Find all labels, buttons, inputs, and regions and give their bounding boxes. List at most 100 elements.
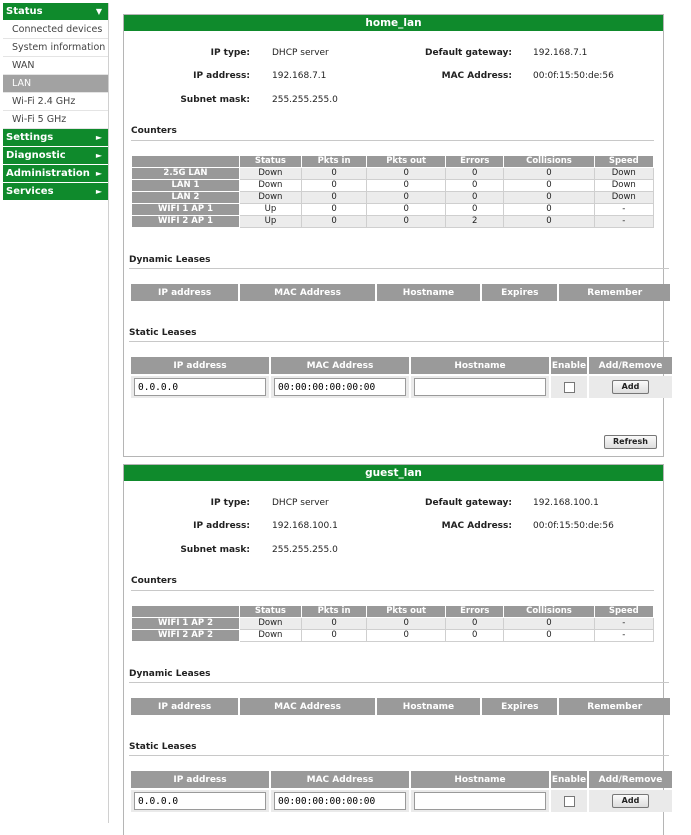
column-header: Collisions: [503, 155, 595, 168]
add-button[interactable]: Add: [611, 380, 650, 394]
menu-services[interactable]: Services ►: [3, 183, 108, 201]
static-ip-input[interactable]: [134, 792, 266, 810]
default-gateway-label: Default gateway:: [425, 498, 512, 508]
ip-address-value: 192.168.100.1: [272, 521, 338, 531]
chevron-right-icon: ►: [95, 169, 102, 178]
table-cell: [411, 790, 549, 812]
column-header: Enable: [551, 357, 587, 374]
table-row: WIFI 2 AP 2 Down 0 0 0 0 -: [131, 629, 655, 642]
divider: [129, 341, 669, 342]
column-header: Status: [238, 155, 302, 168]
menu-administration[interactable]: Administration ►: [3, 165, 108, 183]
column-header: IP address: [131, 284, 239, 301]
menu-diagnostic[interactable]: Diagnostic ►: [3, 147, 108, 165]
table-row: WIFI 2 AP 1 Up 0 0 2 0 -: [131, 215, 655, 228]
dynamic-leases-table: IP address MAC Address Hostname Expires …: [129, 284, 672, 301]
column-header: Remember: [559, 698, 670, 715]
subnet-mask-label: Subnet mask:: [180, 545, 250, 555]
interface-name: LAN 2: [131, 191, 240, 204]
add-button[interactable]: Add: [611, 794, 650, 808]
table-cell: [271, 376, 409, 398]
table-cell: 0: [445, 203, 505, 216]
default-gateway-value: 192.168.7.1: [533, 48, 588, 58]
sidebar-item-connected-devices[interactable]: Connected devices: [3, 21, 108, 39]
sidebar-item-wifi-5[interactable]: Wi-Fi 5 GHz: [3, 111, 108, 129]
table-cell: Down: [238, 191, 302, 204]
panel-guest-lan: guest_lan IP type: DHCP server IP addres…: [123, 464, 672, 835]
column-header: MAC Address: [271, 357, 409, 374]
table-row: Add: [131, 376, 672, 398]
table-cell: 0: [300, 215, 368, 228]
table-cell: 0: [445, 617, 505, 630]
column-header: Status: [238, 605, 302, 618]
table-cell: 0: [300, 167, 368, 180]
table-cell: Down: [238, 629, 302, 642]
menu-settings-label: Settings: [6, 132, 54, 143]
column-header: Pkts in: [300, 605, 368, 618]
table-cell: 0: [366, 203, 447, 216]
table-cell: 0: [503, 215, 595, 228]
mac-address-label: MAC Address:: [441, 71, 512, 81]
default-gateway-value: 192.168.100.1: [533, 498, 599, 508]
sidebar: Status ▼ Connected devices System inform…: [3, 3, 108, 201]
static-leases-table: IP address MAC Address Hostname Enable A…: [129, 769, 674, 814]
interface-name: 2.5G LAN: [131, 167, 240, 180]
column-header: Add/Remove: [589, 771, 672, 788]
interface-name: WIFI 1 AP 2: [131, 617, 240, 630]
table-cell: Add: [589, 790, 672, 812]
table-cell: [551, 376, 587, 398]
menu-settings[interactable]: Settings ►: [3, 129, 108, 147]
table-cell: 0: [366, 215, 447, 228]
column-header: Add/Remove: [589, 357, 672, 374]
static-leases-table: IP address MAC Address Hostname Enable A…: [129, 355, 674, 400]
menu-status[interactable]: Status ▼: [3, 3, 108, 21]
dynamic-leases-title: Dynamic Leases: [129, 669, 211, 679]
table-cell: Down: [593, 167, 655, 180]
column-header: IP address: [131, 357, 269, 374]
column-header: Enable: [551, 771, 587, 788]
table-cell: 0: [366, 629, 447, 642]
sidebar-item-lan[interactable]: LAN: [3, 75, 108, 93]
static-leases-title: Static Leases: [129, 742, 197, 752]
dynamic-leases-title: Dynamic Leases: [129, 255, 211, 265]
default-gateway-label: Default gateway:: [425, 48, 512, 58]
table-cell: 0: [300, 629, 368, 642]
enable-checkbox[interactable]: [563, 381, 575, 393]
column-header: MAC Address: [271, 771, 409, 788]
table-cell: 0: [503, 629, 595, 642]
static-hostname-input[interactable]: [414, 792, 546, 810]
table-cell: [271, 790, 409, 812]
column-header: Collisions: [503, 605, 595, 618]
divider: [129, 682, 669, 683]
table-cell: 0: [300, 191, 368, 204]
ip-type-value: DHCP server: [272, 498, 329, 508]
table-cell: 0: [503, 617, 595, 630]
table-cell: [131, 376, 269, 398]
sidebar-divider: [108, 3, 109, 823]
static-leases-title: Static Leases: [129, 328, 197, 338]
panel-home-lan: home_lan IP type: DHCP server IP address…: [123, 14, 672, 457]
enable-checkbox[interactable]: [563, 795, 575, 807]
sidebar-item-wifi-24[interactable]: Wi-Fi 2.4 GHz: [3, 93, 108, 111]
table-cell: Up: [238, 203, 302, 216]
static-mac-input[interactable]: [274, 792, 406, 810]
table-cell: Down: [593, 191, 655, 204]
table-cell: -: [593, 617, 655, 630]
column-header: Hostname: [411, 771, 549, 788]
sidebar-item-wan[interactable]: WAN: [3, 57, 108, 75]
counters-title: Counters: [131, 576, 177, 586]
table-cell: [551, 790, 587, 812]
static-ip-input[interactable]: [134, 378, 266, 396]
column-header: Hostname: [376, 284, 481, 301]
divider: [129, 755, 669, 756]
static-mac-input[interactable]: [274, 378, 406, 396]
panel-title: guest_lan: [124, 465, 663, 481]
refresh-button[interactable]: Refresh: [604, 435, 657, 449]
chevron-right-icon: ►: [95, 187, 102, 196]
table-cell: 0: [300, 203, 368, 216]
table-cell: 0: [503, 203, 595, 216]
ip-address-label: IP address:: [193, 71, 250, 81]
sidebar-item-system-information[interactable]: System information: [3, 39, 108, 57]
menu-services-label: Services: [6, 186, 54, 197]
static-hostname-input[interactable]: [414, 378, 546, 396]
